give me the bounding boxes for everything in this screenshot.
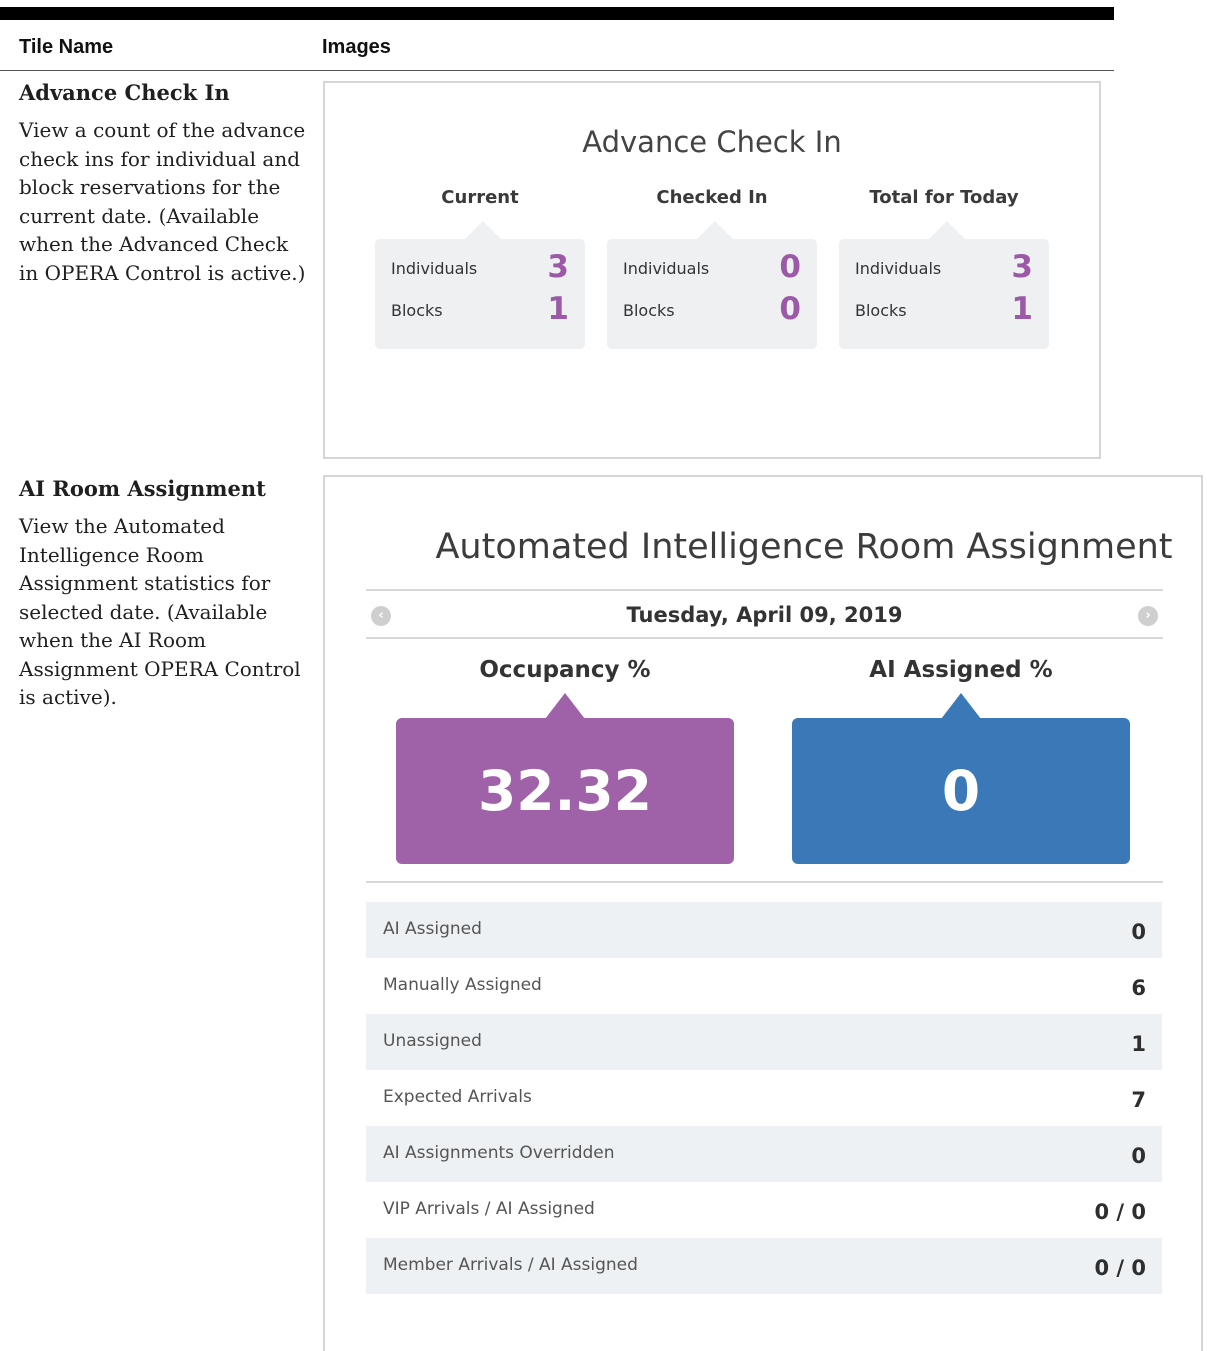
date-divider <box>366 637 1163 639</box>
blocks-row: Blocks 1 <box>391 287 569 327</box>
individuals-count: 0 <box>779 249 801 285</box>
stat-value: 0 / 0 <box>1094 1200 1146 1224</box>
stat-row: Expected Arrivals 7 <box>366 1070 1162 1126</box>
stat-label: AI Assigned <box>383 919 482 939</box>
blocks-label: Blocks <box>623 301 675 320</box>
tile-title: Automated Intelligence Room Assignment <box>435 527 1173 567</box>
individuals-row: Individuals 0 <box>623 245 801 285</box>
group-checked-in: Checked In Individuals 0 Blocks 0 <box>607 187 817 349</box>
blocks-row: Blocks 0 <box>623 287 801 327</box>
stat-value: 1 <box>1131 1032 1146 1056</box>
stat-label: Member Arrivals / AI Assigned <box>383 1255 638 1275</box>
advance-check-in-tile: Advance Check In Current Individuals 3 B… <box>323 81 1101 459</box>
individuals-count: 3 <box>1011 249 1033 285</box>
stat-row: Unassigned 1 <box>366 1014 1162 1070</box>
tile-description: View the Automated Intelligence Room Ass… <box>19 514 301 709</box>
row-advance-check-in-description: Advance Check In View a count of the adv… <box>19 80 309 287</box>
group-box: Individuals 0 Blocks 0 <box>607 221 817 349</box>
blocks-count: 1 <box>1011 291 1033 327</box>
occupancy-value-box: 32.32 <box>396 693 734 864</box>
tile-name: AI Room Assignment <box>19 476 266 501</box>
stat-value: 6 <box>1131 976 1146 1000</box>
group-box: Individuals 3 Blocks 1 <box>375 221 585 349</box>
tile-name: Advance Check In <box>19 80 230 105</box>
blocks-count: 1 <box>547 291 569 327</box>
individuals-label: Individuals <box>855 259 942 278</box>
ai-assigned-value-box: 0 <box>792 693 1130 864</box>
table-top-rule <box>0 7 1114 20</box>
stat-label: VIP Arrivals / AI Assigned <box>383 1199 595 1219</box>
column-header-tile-name: Tile Name <box>19 36 114 58</box>
ai-room-assignment-tile: Automated Intelligence Room Assignment ‹… <box>323 475 1203 1351</box>
stat-value: 7 <box>1131 1088 1146 1112</box>
tile-description: View a count of the advance check ins fo… <box>19 118 306 285</box>
stat-value: 0 <box>1131 920 1146 944</box>
group-title: Current <box>441 187 519 208</box>
stat-row: VIP Arrivals / AI Assigned 0 / 0 <box>366 1182 1162 1238</box>
occupancy-label: Occupancy % <box>479 657 651 683</box>
stat-label: Expected Arrivals <box>383 1087 532 1107</box>
tile-title: Advance Check In <box>582 125 842 159</box>
individuals-row: Individuals 3 <box>855 245 1033 285</box>
column-header-images: Images <box>322 36 391 58</box>
group-box: Individuals 3 Blocks 1 <box>839 221 1049 349</box>
stat-row: Manually Assigned 6 <box>366 958 1162 1014</box>
stat-label: Unassigned <box>383 1031 482 1051</box>
individuals-count: 3 <box>547 249 569 285</box>
stat-value: 0 / 0 <box>1094 1256 1146 1280</box>
individuals-label: Individuals <box>623 259 710 278</box>
stats-list: AI Assigned 0 Manually Assigned 6 Unassi… <box>366 902 1162 1294</box>
blocks-label: Blocks <box>855 301 907 320</box>
header-rule <box>0 70 1114 71</box>
individuals-label: Individuals <box>391 259 478 278</box>
group-total-for-today: Total for Today Individuals 3 Blocks 1 <box>839 187 1049 349</box>
stat-row: AI Assigned 0 <box>366 902 1162 958</box>
group-title: Total for Today <box>869 187 1019 208</box>
stat-value: 0 <box>1131 1144 1146 1168</box>
blocks-label: Blocks <box>391 301 443 320</box>
blocks-row: Blocks 1 <box>855 287 1033 327</box>
ai-assigned-label: AI Assigned % <box>869 657 1053 683</box>
row-ai-room-assignment-description: AI Room Assignment View the Automated In… <box>19 476 309 712</box>
selected-date: Tuesday, April 09, 2019 <box>626 603 903 627</box>
title-divider <box>366 589 1163 591</box>
stat-label: AI Assignments Overridden <box>383 1143 615 1163</box>
stat-row: AI Assignments Overridden 0 <box>366 1126 1162 1182</box>
group-title: Checked In <box>656 187 768 208</box>
stat-row: Member Arrivals / AI Assigned 0 / 0 <box>366 1238 1162 1294</box>
kpi-divider <box>366 881 1163 883</box>
individuals-row: Individuals 3 <box>391 245 569 285</box>
group-current: Current Individuals 3 Blocks 1 <box>375 187 585 349</box>
stat-label: Manually Assigned <box>383 975 542 995</box>
chevron-right-icon[interactable]: › <box>1138 606 1158 626</box>
blocks-count: 0 <box>779 291 801 327</box>
